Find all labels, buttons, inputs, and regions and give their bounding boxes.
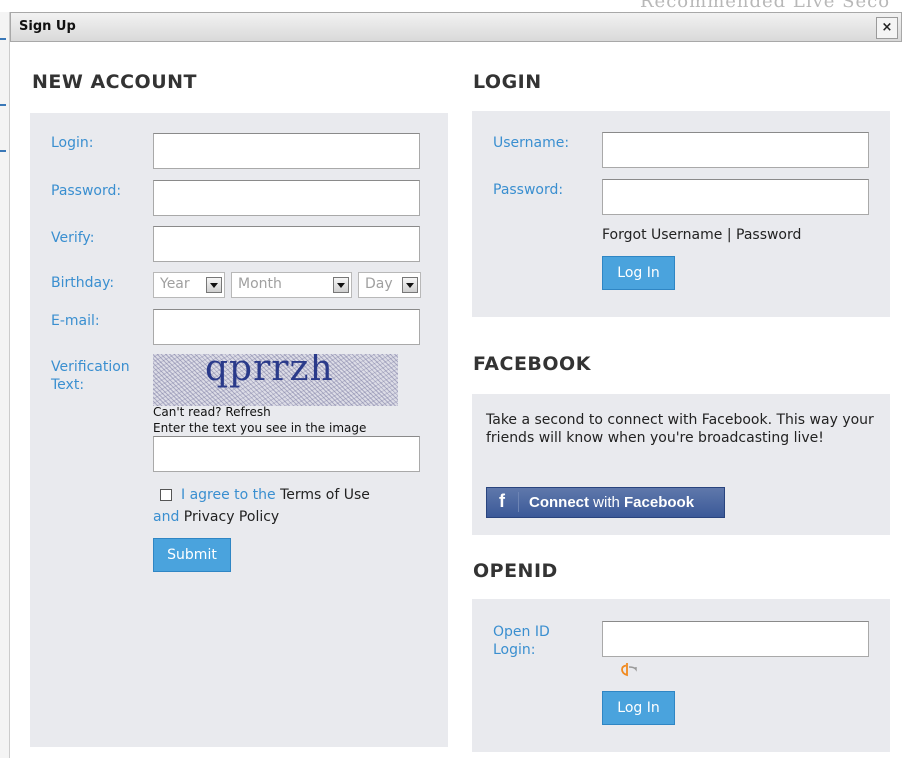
username-input[interactable] [602,132,869,168]
verification-label-line2: Text: [51,377,85,393]
new-account-panel: Login: Password: Verify: Birthday: Year … [30,113,448,747]
openid-logo-icon [621,663,637,677]
login-button[interactable]: Log In [602,256,675,290]
captcha-image: qprrzh [153,354,398,406]
forgot-credentials-link[interactable]: Forgot Username | Password [602,226,801,244]
agree-prefix: I agree to the [181,487,276,503]
birth-year-select[interactable]: Year [153,272,225,298]
openid-login-button[interactable]: Log In [602,691,675,725]
username-label: Username: [493,135,570,151]
email-input[interactable] [153,309,420,345]
connect-word: Connect [529,494,589,511]
captcha-input[interactable] [153,436,420,472]
login-panel: Username: Password: Forgot Username | Pa… [472,111,890,317]
facebook-word: Facebook [624,494,695,511]
openid-heading: OPENID [473,560,558,582]
with-word: with [589,494,625,511]
privacy-policy-link[interactable]: Privacy Policy [184,509,279,525]
chevron-down-icon [402,277,418,293]
new-password-input[interactable] [153,180,420,216]
dialog-title: Sign Up [19,19,76,34]
openid-input[interactable] [602,621,869,657]
birth-day-value: Day [365,276,393,292]
facebook-divider [518,492,519,512]
captcha-text: qprrzh [205,354,334,389]
refresh-captcha-link[interactable]: Can't read? Refresh [153,406,271,419]
verify-label: Verify: [51,230,95,246]
and-text: and [153,509,180,525]
facebook-button-label: Connect with Facebook [529,494,694,511]
birth-year-value: Year [160,276,190,292]
background-link-mark [0,150,6,152]
submit-button[interactable]: Submit [153,538,231,572]
agree-terms-line: I agree to the Terms of Use [181,486,370,504]
verify-password-input[interactable] [153,226,420,262]
background-link-mark [0,38,6,40]
agree-terms-checkbox[interactable] [160,489,172,501]
background-page-header: Recommended Live Seco [0,0,902,12]
birth-month-value: Month [238,276,282,292]
verification-label-line1: Verification [51,359,130,375]
email-label: E-mail: [51,313,100,329]
openid-panel: Open ID Login: Log In [472,599,890,752]
login-password-label: Password: [493,182,564,198]
terms-of-use-link[interactable]: Terms of Use [280,487,370,503]
birthday-label: Birthday: [51,275,115,291]
facebook-icon: f [499,491,505,511]
birth-day-select[interactable]: Day [358,272,421,298]
facebook-description: Take a second to connect with Facebook. … [486,412,874,446]
login-label: Login: [51,135,94,151]
background-link-mark [0,104,6,106]
close-icon: × [881,20,893,35]
background-header-text: Recommended Live Seco [640,0,891,12]
signup-dialog: Sign Up × NEW ACCOUNT Login: Password: V… [10,12,902,758]
login-password-input[interactable] [602,179,869,215]
facebook-heading: FACEBOOK [473,353,591,375]
dialog-titlebar[interactable]: Sign Up × [10,12,902,42]
new-login-input[interactable] [153,133,420,169]
openid-label-line1: Open ID [493,624,550,640]
login-heading: LOGIN [473,71,542,93]
privacy-line: and Privacy Policy [153,508,279,526]
chevron-down-icon [206,277,222,293]
birth-month-select[interactable]: Month [231,272,352,298]
password-label: Password: [51,183,122,199]
connect-with-facebook-button[interactable]: f Connect with Facebook [486,487,725,518]
openid-icon [621,661,637,677]
facebook-panel: Take a second to connect with Facebook. … [472,394,890,535]
captcha-instruction: Enter the text you see in the image [153,421,367,435]
chevron-down-icon [333,277,349,293]
new-account-heading: NEW ACCOUNT [32,71,197,93]
openid-label-line2: Login: [493,642,536,658]
background-page-strip [0,0,10,758]
close-button[interactable]: × [876,17,898,39]
